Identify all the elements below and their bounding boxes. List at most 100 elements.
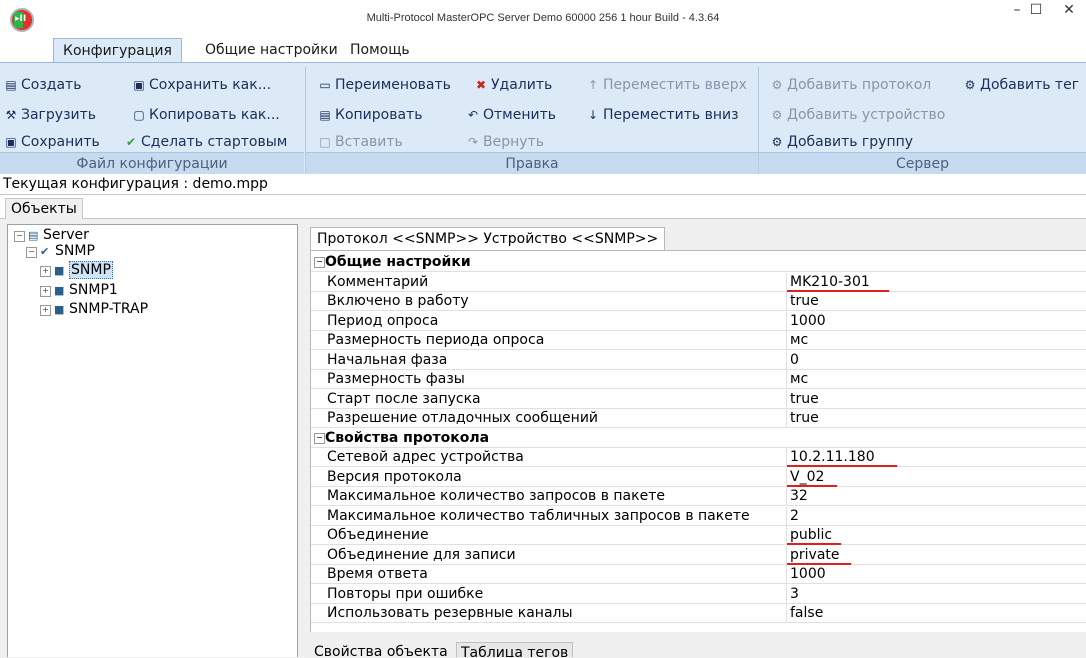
property-row[interactable]: Версия протокола V_02 — [311, 468, 1086, 487]
category-label: Свойства протокола — [325, 430, 490, 446]
paste-label: Вставить — [335, 134, 403, 150]
add-group-button[interactable]: ⚙ Добавить группу — [770, 130, 913, 154]
property-value[interactable]: false — [790, 604, 823, 623]
move-up-button[interactable]: ↑ Переместить вверх — [586, 73, 747, 97]
save-as-icon: ▣ — [133, 78, 145, 92]
column-divider — [786, 507, 787, 526]
redo-button[interactable]: ↷ Вернуть — [466, 130, 544, 154]
property-value[interactable]: 32 — [790, 487, 808, 506]
tab-help[interactable]: Помощь — [341, 38, 419, 62]
property-value[interactable]: 0 — [790, 351, 799, 370]
column-divider — [786, 487, 787, 506]
add-tag-button[interactable]: ⚙ Добавить тег — [963, 73, 1086, 97]
property-grid: − Общие настройки Комментарий MK210-301 Вклю… — [310, 250, 1086, 632]
delete-button[interactable]: ✖ Удалить — [474, 73, 552, 97]
copy-button[interactable]: ▤ Копировать — [318, 103, 422, 127]
add-device-button[interactable]: ⚙ Добавить устройство — [770, 103, 946, 127]
property-name: Объединение для записи — [327, 547, 516, 563]
load-label: Загрузить — [21, 107, 97, 123]
device-icon: ■ — [54, 264, 65, 277]
move-down-button[interactable]: ↓ Переместить вниз — [586, 103, 739, 127]
tab-property-title[interactable]: Протокол <<SNMP>> Устройство <<SNMP>> — [310, 227, 666, 251]
collapse-icon[interactable]: − — [314, 433, 325, 444]
property-row[interactable]: Начальная фаза 0 — [311, 351, 1086, 370]
property-row[interactable]: Включено в работу true — [311, 292, 1086, 311]
collapse-icon[interactable]: − — [14, 231, 25, 242]
property-row[interactable]: Время ответа 1000 — [311, 565, 1086, 584]
rename-button[interactable]: ▭ Переименовать — [318, 73, 451, 97]
tree-node-device-snmp[interactable]: + ■ SNMP — [40, 261, 113, 279]
paste-button[interactable]: □ Вставить — [318, 130, 403, 154]
tab-configuration[interactable]: Конфигурация — [53, 38, 182, 62]
tab-tag-table[interactable]: Таблица тегов — [456, 642, 574, 657]
server-icon: ▤ — [28, 229, 39, 242]
copy-as-icon: ▢ — [133, 108, 145, 122]
move-up-icon: ↑ — [587, 78, 599, 92]
load-button[interactable]: ⚒ Загрузить — [4, 103, 96, 127]
property-name: Повторы при ошибке — [327, 586, 484, 602]
close-button[interactable]: ✕ — [1052, 0, 1086, 26]
property-value[interactable]: true — [790, 409, 819, 428]
tab-objects[interactable]: Объекты — [5, 198, 83, 219]
property-name: Начальная фаза — [327, 352, 448, 368]
make-startup-button[interactable]: ✔ Сделать стартовым — [124, 130, 287, 154]
copy-as-button[interactable]: ▢ Копировать как... — [132, 103, 280, 127]
property-row[interactable]: Объединение public — [311, 526, 1086, 545]
save-button[interactable]: ▣ Сохранить — [4, 130, 99, 154]
maximize-button[interactable]: ☐ — [1016, 0, 1056, 26]
tree-node-label: SNMP1 — [69, 282, 118, 298]
expand-icon[interactable]: + — [40, 286, 51, 297]
column-divider — [786, 565, 787, 584]
property-value[interactable]: 1000 — [790, 312, 826, 331]
expand-icon[interactable]: + — [40, 266, 51, 277]
tab-general-settings[interactable]: Общие настройки — [196, 38, 347, 62]
add-group-label: Добавить группу — [787, 134, 914, 150]
add-protocol-button[interactable]: ⚙ Добавить протокол — [770, 73, 932, 97]
property-category[interactable]: − Общие настройки — [311, 253, 1086, 272]
property-row[interactable]: Повторы при ошибке 3 — [311, 585, 1086, 604]
property-value[interactable]: мс — [790, 331, 808, 350]
property-row[interactable]: Использовать резервные каналы false — [311, 604, 1086, 623]
collapse-icon[interactable]: − — [26, 247, 37, 258]
undo-button[interactable]: ↶ Отменить — [466, 103, 556, 127]
highlight-underline — [787, 465, 897, 467]
property-category[interactable]: − Свойства протокола — [311, 429, 1086, 448]
save-as-label: Сохранить как... — [149, 77, 272, 93]
property-row[interactable]: Сетевой адрес устройства 10.2.11.180 — [311, 448, 1086, 467]
property-value[interactable]: true — [790, 292, 819, 311]
property-value[interactable]: true — [790, 390, 819, 409]
tab-object-properties[interactable]: Свойства объекта — [310, 642, 452, 657]
tree-node-server[interactable]: − ▤ Server — [14, 227, 89, 244]
property-name: Версия протокола — [327, 469, 462, 485]
property-value[interactable]: 3 — [790, 585, 799, 604]
new-file-icon: ▤ — [5, 78, 17, 92]
tree-node-device-snmp-trap[interactable]: + ■ SNMP-TRAP — [40, 301, 148, 318]
property-row[interactable]: Размерность фазы мс — [311, 370, 1086, 389]
property-row[interactable]: Размерность периода опроса мс — [311, 331, 1086, 350]
collapse-icon[interactable]: − — [314, 257, 325, 268]
column-divider — [786, 604, 787, 623]
property-row[interactable]: Разрешение отладочных сообщений true — [311, 409, 1086, 428]
add-protocol-label: Добавить протокол — [787, 77, 932, 93]
create-button[interactable]: ▤ Создать — [4, 73, 81, 97]
property-row[interactable]: Комментарий MK210-301 — [311, 273, 1086, 292]
tree-node-protocol-snmp[interactable]: − ✔ SNMP — [26, 243, 95, 260]
property-value[interactable]: мс — [790, 370, 808, 389]
copy-as-label: Копировать как... — [149, 107, 280, 123]
make-startup-label: Сделать стартовым — [141, 134, 288, 150]
property-row[interactable]: Максимальное количество табличных запрос… — [311, 507, 1086, 526]
property-row[interactable]: Период опроса 1000 — [311, 312, 1086, 331]
property-name: Разрешение отладочных сообщений — [327, 410, 599, 426]
property-value[interactable]: 1000 — [790, 565, 826, 584]
protocol-icon: ✔ — [40, 245, 50, 258]
property-row[interactable]: Старт после запуска true — [311, 390, 1086, 409]
property-name: Максимальное количество запросов в пакет… — [327, 488, 665, 504]
property-row[interactable]: Максимальное количество запросов в пакет… — [311, 487, 1086, 506]
property-value[interactable]: 2 — [790, 507, 799, 526]
tree-node-device-snmp1[interactable]: + ■ SNMP1 — [40, 282, 118, 299]
expand-icon[interactable]: + — [40, 305, 51, 316]
column-divider — [786, 370, 787, 389]
property-row[interactable]: Объединение для записи private — [311, 546, 1086, 565]
redo-label: Вернуть — [483, 134, 544, 150]
save-as-button[interactable]: ▣ Сохранить как... — [132, 73, 271, 97]
